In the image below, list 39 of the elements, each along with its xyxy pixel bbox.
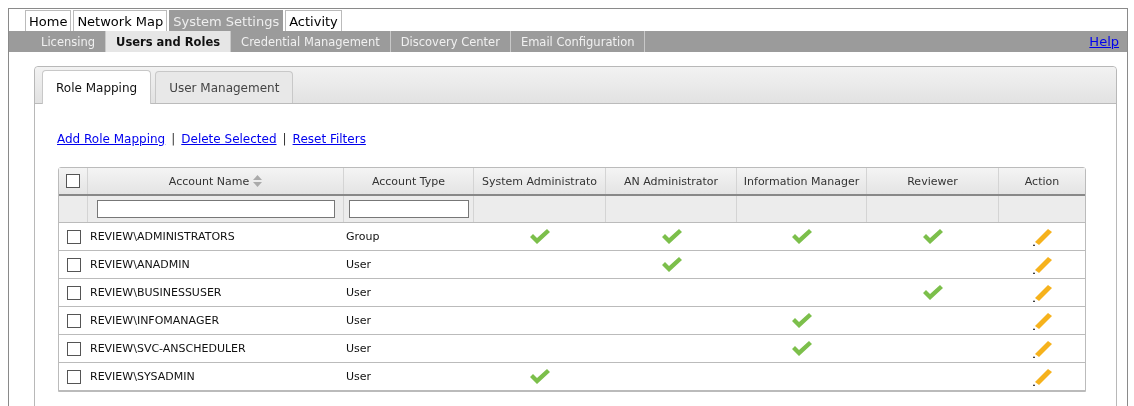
column-header: System Administrato (482, 174, 597, 188)
panel-tab[interactable]: Role Mapping (42, 70, 152, 104)
column-header: Action (1024, 174, 1060, 188)
table-cell: REVIEW\ADMINISTRATORS (90, 230, 235, 243)
select-all-checkbox[interactable] (66, 174, 80, 188)
separator: | (282, 132, 287, 146)
row-checkbox[interactable] (66, 229, 81, 244)
table-cell: User (346, 286, 372, 299)
row-checkbox[interactable] (66, 341, 81, 356)
row-checkbox[interactable] (66, 285, 81, 300)
separator: | (171, 132, 176, 146)
column-header: Account Type (371, 174, 446, 188)
table-cell: User (346, 258, 372, 271)
nav-tab[interactable]: Network Map (73, 10, 168, 31)
table-cell: REVIEW\INFOMANAGER (90, 314, 220, 327)
action-link[interactable]: Delete Selected (181, 132, 277, 146)
table-cell: REVIEW\SYSADMIN (90, 370, 195, 383)
sub-nav-tab[interactable]: Users and Roles (106, 31, 232, 52)
row-checkbox[interactable] (66, 257, 81, 272)
row-checkbox[interactable] (66, 313, 81, 328)
action-link[interactable]: Add Role Mapping (57, 132, 166, 146)
table-cell: REVIEW\BUSINESSUSER (90, 286, 222, 299)
column-header: Reviewer (907, 174, 958, 188)
filter-field[interactable] (348, 200, 469, 218)
table-cell: User (346, 370, 372, 383)
table-cell: REVIEW\ANADMIN (90, 258, 190, 271)
table-cell: User (346, 342, 372, 355)
column-header[interactable]: Account Name (168, 174, 250, 188)
table-cell: REVIEW\SVC-ANSCHEDULER (90, 342, 246, 355)
row-checkbox[interactable] (66, 369, 81, 384)
action-link[interactable]: Reset Filters (292, 132, 366, 146)
filter-field[interactable] (96, 200, 335, 218)
table-cell: User (346, 314, 372, 327)
column-header: AN Administrator (623, 174, 719, 188)
nav-tab[interactable]: Home (25, 10, 72, 31)
nav-tab[interactable]: Activity (285, 10, 342, 31)
table-cell: Group (346, 230, 380, 243)
panel-tab[interactable]: User Management (155, 71, 294, 103)
column-header: Information Manager (743, 174, 860, 188)
